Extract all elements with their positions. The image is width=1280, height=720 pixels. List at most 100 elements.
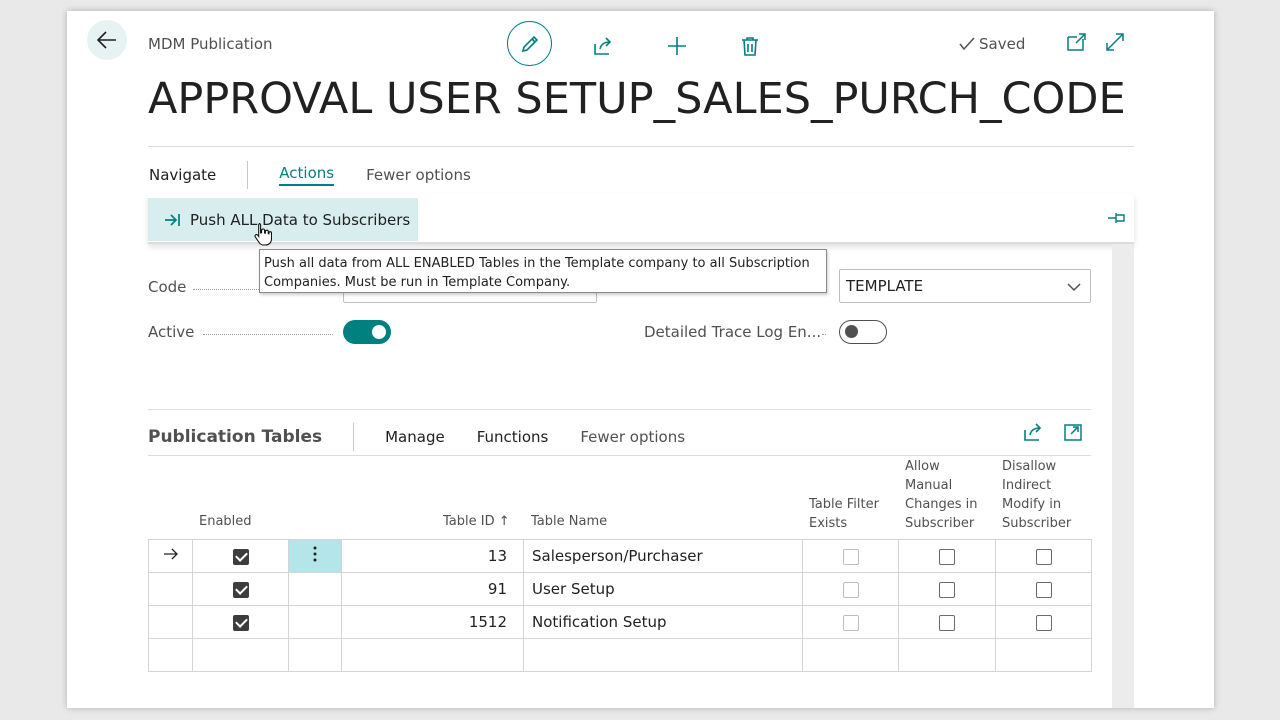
pin-icon (1108, 213, 1125, 223)
col-allow-manual-line: Manual (905, 478, 953, 493)
subpage-functions[interactable]: Functions (477, 428, 549, 446)
publication-tables-grid: 13 Salesperson/Purchaser 91 User Setup 1… (148, 539, 1092, 672)
open-in-new-window-icon (1067, 33, 1086, 51)
page-card: MDM Publication Saved APPROVAL USER SETU… (67, 11, 1214, 708)
enabled-checkbox[interactable] (232, 614, 249, 631)
cell-enabled[interactable] (192, 638, 289, 672)
plus-icon (668, 37, 686, 55)
cell-filter-exists (802, 605, 899, 639)
col-filter-exists-line: Exists (809, 516, 848, 531)
cell-disallow[interactable] (995, 605, 1092, 639)
tooltip-line-2: Companies. Must be run in Template Compa… (264, 275, 571, 290)
cell-allow-manual[interactable] (898, 605, 996, 639)
disallow-checkbox[interactable] (1035, 614, 1052, 631)
open-new-window-button[interactable] (1065, 31, 1087, 57)
disallow-checkbox[interactable] (1035, 581, 1052, 598)
table-row-empty[interactable] (148, 638, 1092, 672)
table-row[interactable]: 91 User Setup (148, 572, 1092, 606)
cell-table-name[interactable]: Salesperson/Purchaser (523, 539, 803, 573)
tooltip-line-1: Push all data from ALL ENABLED Tables in… (264, 256, 810, 271)
col-filter-exists[interactable]: Table Filter Exists (809, 495, 879, 533)
cell-table-name[interactable] (523, 638, 803, 672)
cell-table-id[interactable] (341, 638, 524, 672)
delete-button[interactable] (727, 23, 773, 69)
edit-button[interactable] (507, 21, 552, 66)
template-company-dropdown[interactable]: TEMPLATE (839, 269, 1091, 303)
allow-manual-checkbox[interactable] (939, 614, 955, 631)
saved-label: Saved (979, 35, 1026, 53)
menu-fewer-options[interactable]: Fewer options (366, 166, 471, 184)
cell-enabled[interactable] (192, 539, 289, 573)
checkmark-icon (959, 37, 975, 51)
enabled-checkbox[interactable] (232, 581, 249, 598)
row-menu-cell[interactable] (288, 605, 342, 639)
cell-allow-manual[interactable] (898, 638, 996, 672)
trace-log-label: Detailed Trace Log En... (644, 323, 822, 341)
cell-table-id[interactable]: 13 (341, 539, 524, 573)
scrollbar[interactable] (1112, 244, 1134, 708)
share-button[interactable] (580, 23, 626, 69)
cell-disallow[interactable] (995, 638, 1092, 672)
disallow-checkbox[interactable] (1035, 548, 1052, 565)
cell-allow-manual[interactable] (898, 539, 996, 573)
cell-disallow[interactable] (995, 539, 1092, 573)
cell-enabled[interactable] (192, 605, 289, 639)
cell-disallow[interactable] (995, 572, 1092, 606)
cell-filter-exists (802, 539, 899, 573)
cell-table-id[interactable]: 1512 (341, 605, 524, 639)
enabled-checkbox[interactable] (232, 548, 249, 565)
col-table-name[interactable]: Table Name (531, 512, 607, 531)
cell-table-name[interactable]: Notification Setup (523, 605, 803, 639)
breadcrumb: MDM Publication (148, 35, 273, 53)
subpage-manage[interactable]: Manage (385, 428, 445, 446)
arrow-left-icon (96, 31, 116, 49)
table-row[interactable]: 1512 Notification Setup (148, 605, 1092, 639)
allow-manual-checkbox[interactable] (939, 581, 955, 598)
trace-log-toggle[interactable] (839, 320, 887, 344)
col-allow-manual[interactable]: Allow Manual Changes in Subscriber (905, 457, 978, 533)
row-menu-cell[interactable] (288, 638, 342, 672)
saved-status: Saved (959, 35, 1025, 53)
cell-allow-manual[interactable] (898, 572, 996, 606)
code-label: Code (148, 278, 187, 296)
col-disallow-line: Indirect (1002, 478, 1052, 493)
subpage-share-button[interactable] (1022, 421, 1044, 447)
active-label: Active (148, 323, 195, 341)
share-icon (594, 37, 612, 55)
menu-navigate[interactable]: Navigate (149, 166, 216, 184)
push-tooltip: Push all data from ALL ENABLED Tables in… (259, 249, 827, 293)
new-button[interactable] (654, 23, 700, 69)
action-menu: Navigate Actions Fewer options (149, 161, 471, 189)
cell-table-id[interactable]: 91 (341, 572, 524, 606)
col-disallow-line: Modify in (1002, 497, 1062, 512)
push-all-data-button[interactable]: Push ALL Data to Subscribers (148, 198, 418, 241)
subpage-divider (148, 409, 1091, 410)
col-table-id[interactable]: Table ID ↑ (443, 512, 510, 531)
cell-table-name[interactable]: User Setup (523, 572, 803, 606)
col-filter-exists-line: Table Filter (809, 497, 879, 512)
allow-manual-checkbox[interactable] (939, 548, 955, 565)
push-arrow-icon (165, 213, 180, 226)
trash-icon (742, 37, 758, 56)
row-menu-cell[interactable] (288, 539, 342, 573)
expand-icon (1064, 424, 1082, 441)
row-indicator (148, 539, 193, 573)
subpage-header: Publication Tables Manage Functions Fewe… (148, 423, 685, 451)
col-enabled[interactable]: Enabled (199, 512, 252, 531)
row-menu-cell[interactable] (288, 572, 342, 606)
table-row[interactable]: 13 Salesperson/Purchaser (148, 539, 1092, 573)
pin-button[interactable] (1107, 210, 1127, 229)
active-toggle[interactable] (343, 320, 391, 344)
menu-actions[interactable]: Actions (279, 164, 335, 186)
cell-filter-exists (802, 638, 899, 672)
grid-top-line (148, 455, 1091, 456)
subpage-expand-button[interactable] (1062, 421, 1084, 447)
filter-exists-checkbox (842, 548, 859, 565)
cell-enabled[interactable] (192, 572, 289, 606)
back-button[interactable] (87, 20, 127, 60)
col-disallow[interactable]: Disallow Indirect Modify in Subscriber (1002, 457, 1071, 533)
subpage-fewer-options[interactable]: Fewer options (580, 428, 685, 446)
filter-exists-checkbox (842, 581, 859, 598)
trace-leader-dots (822, 334, 826, 335)
expand-button[interactable] (1104, 31, 1126, 57)
